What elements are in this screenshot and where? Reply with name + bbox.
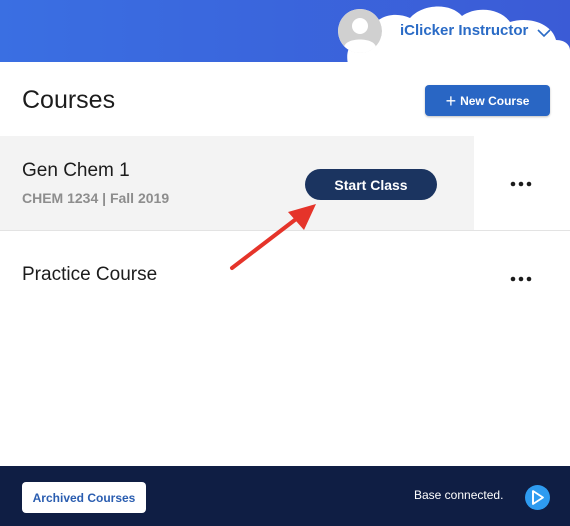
- base-status-text: Base connected.: [414, 488, 504, 502]
- course-name[interactable]: Gen Chem 1: [22, 160, 130, 182]
- new-course-label: New Course: [460, 93, 530, 108]
- user-avatar[interactable]: [338, 9, 382, 53]
- chevron-down-icon[interactable]: [536, 26, 552, 38]
- courses-title-row: Courses + New Course: [0, 66, 570, 136]
- more-options-icon[interactable]: [508, 176, 534, 192]
- annotation-arrow-icon: [226, 200, 320, 272]
- new-course-button[interactable]: + New Course: [425, 85, 550, 116]
- more-options-icon[interactable]: [508, 271, 534, 287]
- base-connected-icon[interactable]: [525, 485, 550, 510]
- start-class-button[interactable]: Start Class: [305, 169, 437, 200]
- user-name[interactable]: iClicker Instructor: [400, 22, 528, 39]
- course-name[interactable]: Practice Course: [22, 264, 157, 286]
- course-details: CHEM 1234 | Fall 2019: [22, 190, 170, 206]
- top-header: iClicker Instructor: [0, 0, 570, 66]
- page-title: Courses: [22, 86, 116, 114]
- plus-icon: +: [445, 90, 457, 111]
- archived-courses-button[interactable]: Archived Courses: [22, 482, 146, 513]
- footer-bar: Archived Courses Base connected.: [0, 466, 570, 526]
